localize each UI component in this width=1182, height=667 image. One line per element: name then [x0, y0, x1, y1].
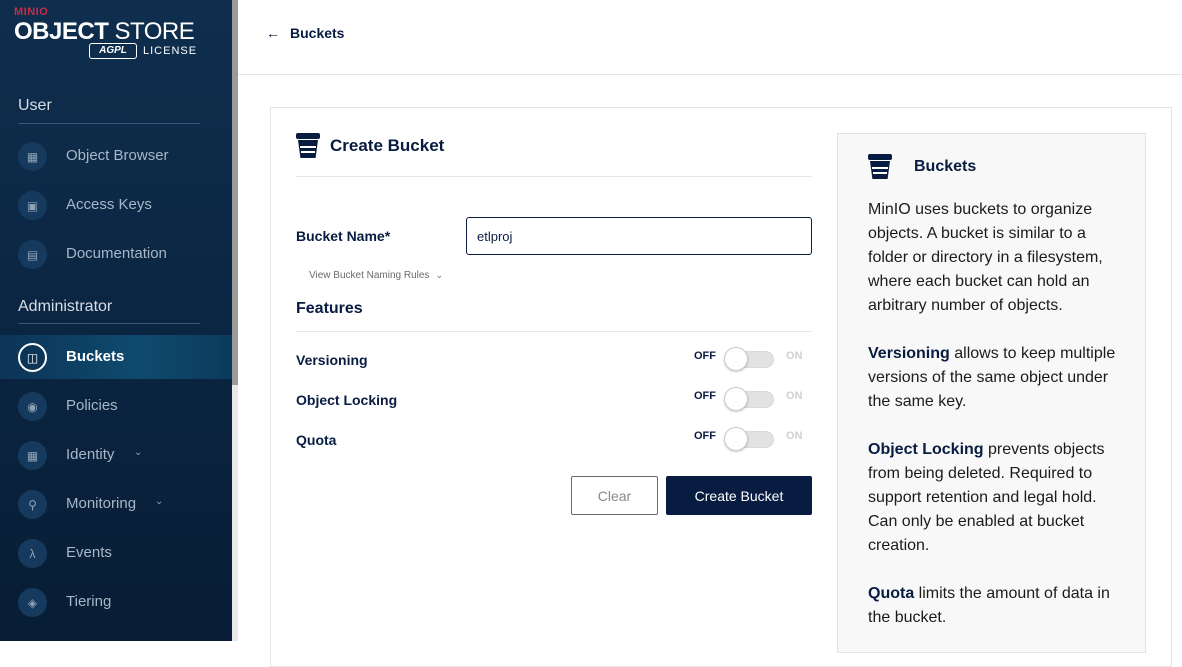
logo-license: LICENSE — [143, 45, 198, 57]
arrow-left-icon: ← — [266, 25, 280, 41]
chevron-down-icon: ⌄ — [155, 496, 164, 507]
minio-logo[interactable]: MINIO OBJECT STORE AGPL LICENSE — [14, 6, 214, 66]
versioning-toggle[interactable] — [724, 347, 776, 371]
sidebar-item-object-browser[interactable]: ▦ Object Browser — [0, 134, 232, 178]
tiering-icon: ◈ — [18, 588, 47, 617]
help-panel: Buckets MinIO uses buckets to organize o… — [837, 133, 1146, 653]
chevron-down-icon: ⌄ — [435, 270, 443, 280]
naming-rules-toggle[interactable]: View Bucket Naming Rules ⌄ — [309, 270, 443, 281]
object-locking-label: Object Locking — [296, 392, 398, 408]
help-locking: Object Locking prevents objects from bei… — [868, 438, 1130, 558]
bucket-name-input[interactable] — [466, 217, 812, 255]
bucket-icon — [296, 133, 320, 159]
agpl-badge: AGPL — [89, 43, 137, 59]
documentation-icon: ▤ — [18, 240, 47, 269]
sidebar-item-policies[interactable]: ◉ Policies — [0, 384, 232, 428]
back-label: Buckets — [290, 25, 345, 41]
monitoring-icon: ⚲ — [18, 490, 47, 519]
policies-icon: ◉ — [18, 392, 47, 421]
object-locking-on-label: ON — [786, 390, 803, 402]
sidebar-item-label: Buckets — [66, 348, 125, 365]
sidebar-item-identity[interactable]: ▦ Identity ⌄ — [0, 433, 232, 477]
access-keys-icon: ▣ — [18, 191, 47, 220]
help-quota-term: Quota — [868, 585, 915, 602]
page-header: ← Buckets — [238, 0, 1182, 75]
form-title-label: Create Bucket — [330, 136, 445, 155]
user-section-title: User — [18, 97, 52, 114]
logo-title-bold: OBJECT — [14, 18, 109, 45]
title-divider — [296, 176, 812, 177]
help-title: Buckets — [914, 158, 977, 175]
logo-title-regular: STORE — [114, 18, 195, 45]
sidebar-item-label: Access Keys — [66, 196, 152, 213]
quota-label: Quota — [296, 432, 337, 448]
help-quota: Quota limits the amount of data in the b… — [868, 582, 1130, 630]
sidebar-item-label: Documentation — [66, 245, 167, 262]
bucket-name-label: Bucket Name* — [296, 228, 391, 244]
quota-off-label: OFF — [694, 430, 716, 442]
help-intro: MinIO uses buckets to organize objects. … — [868, 201, 1103, 314]
sidebar-item-tiering[interactable]: ◈ Tiering — [0, 580, 232, 624]
events-icon: λ — [18, 539, 47, 568]
help-header: Buckets — [868, 154, 976, 180]
sidebar-item-documentation[interactable]: ▤ Documentation — [0, 232, 232, 276]
help-locking-term: Object Locking — [868, 441, 984, 458]
sidebar-item-access-keys[interactable]: ▣ Access Keys — [0, 183, 232, 227]
object-locking-off-label: OFF — [694, 390, 716, 402]
buckets-icon: ◫ — [18, 343, 47, 372]
sidebar-item-label: Policies — [66, 397, 118, 414]
back-to-buckets-link[interactable]: ← Buckets — [266, 25, 344, 41]
sidebar-item-buckets[interactable]: ◫ Buckets — [0, 335, 232, 379]
naming-rules-label: View Bucket Naming Rules — [309, 270, 430, 281]
bucket-icon — [868, 154, 892, 180]
form-title: Create Bucket — [296, 133, 444, 159]
sidebar-item-label: Identity — [66, 446, 115, 463]
chevron-down-icon: ⌄ — [134, 447, 143, 458]
sidebar-item-label: Object Browser — [66, 147, 169, 164]
logo-title: OBJECT STORE — [14, 18, 195, 46]
user-section-divider — [18, 123, 200, 124]
clear-button[interactable]: Clear — [571, 476, 658, 515]
quota-toggle[interactable] — [724, 427, 776, 451]
quota-on-label: ON — [786, 430, 803, 442]
features-divider — [296, 331, 812, 332]
help-text: MinIO uses buckets to organize objects. … — [868, 198, 1130, 654]
create-bucket-button[interactable]: Create Bucket — [666, 476, 812, 515]
object-locking-toggle[interactable] — [724, 387, 776, 411]
sidebar-scrollbar[interactable] — [232, 0, 238, 641]
sidebar-item-label: Events — [66, 544, 112, 561]
sidebar-item-label: Monitoring — [66, 495, 137, 512]
help-versioning-term: Versioning — [868, 345, 950, 362]
versioning-on-label: ON — [786, 350, 803, 362]
sidebar-item-events[interactable]: λ Events — [0, 531, 232, 575]
versioning-label: Versioning — [296, 352, 368, 368]
features-title: Features — [296, 300, 363, 317]
sidebar: MINIO OBJECT STORE AGPL LICENSE User ▦ O… — [0, 0, 232, 641]
admin-section-divider — [18, 323, 200, 324]
identity-icon: ▦ — [18, 441, 47, 470]
sidebar-item-label: Tiering — [66, 593, 112, 610]
logo-brand-small: MINIO — [14, 6, 49, 18]
sidebar-item-monitoring[interactable]: ⚲ Monitoring ⌄ — [0, 482, 232, 526]
object-browser-icon: ▦ — [18, 142, 47, 171]
help-versioning: Versioning allows to keep multiple versi… — [868, 342, 1130, 414]
versioning-off-label: OFF — [694, 350, 716, 362]
admin-section-title: Administrator — [18, 298, 113, 315]
